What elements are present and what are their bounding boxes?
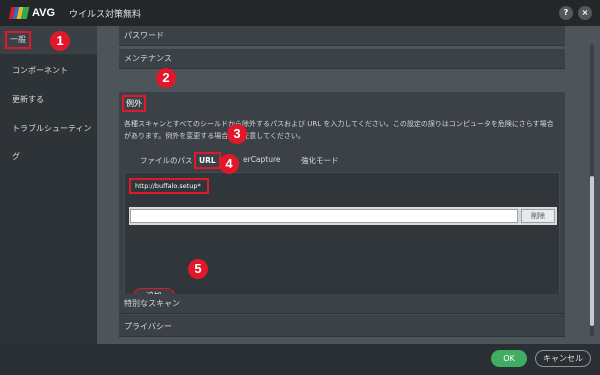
avg-logo: AVG <box>8 7 56 19</box>
sidebar-item-general[interactable]: 一般 <box>0 26 97 54</box>
exceptions-tabs: ファイルのパス URL erCapture 強化モード <box>119 152 565 170</box>
row-label: 特別なスキャン <box>124 299 180 308</box>
scrollbar[interactable] <box>590 44 594 336</box>
tab-url[interactable]: URL <box>194 152 221 169</box>
delete-button[interactable]: 削除 <box>521 209 555 223</box>
tab-capture[interactable]: erCapture <box>243 155 281 164</box>
app-title: ウイルス対策無料 <box>69 9 142 20</box>
url-list-item[interactable]: http://buffalo.setup* <box>129 178 209 194</box>
close-icon[interactable]: × <box>578 6 592 20</box>
sidebar: 一般 コンポーネント 更新する トラブルシューティング <box>0 26 97 375</box>
step-badge-2: 2 <box>156 68 176 88</box>
sidebar-item-label: 更新する <box>12 95 44 104</box>
row-label: メンテナンス <box>124 54 172 63</box>
title-bar: AVG ウイルス対策無料 ? × <box>0 0 600 26</box>
exceptions-title[interactable]: 例外 <box>122 95 146 112</box>
cancel-button[interactable]: キャンセル <box>535 350 591 367</box>
exceptions-section: 例外 各種スキャンとすべてのシールドから除外するパスおよび URL を入力してく… <box>119 92 565 318</box>
sidebar-item-components[interactable]: コンポーネント <box>0 57 97 85</box>
sidebar-item-label: 一般 <box>5 31 31 49</box>
logo-text: AVG <box>32 7 56 19</box>
url-input[interactable] <box>130 209 518 223</box>
row-label: プライバシー <box>124 322 172 331</box>
url-edit-row: 削除 <box>129 207 557 225</box>
sidebar-item-troubleshooting[interactable]: トラブルシューティング <box>0 115 97 161</box>
row-special-scans[interactable]: 特別なスキャン <box>119 294 565 314</box>
ok-button[interactable]: OK <box>491 350 527 367</box>
sidebar-item-update[interactable]: 更新する <box>0 86 97 114</box>
step-badge-3: 3 <box>227 124 247 144</box>
exceptions-description: 各種スキャンとすべてのシールドから除外するパスおよび URL を入力してください… <box>124 120 554 140</box>
sidebar-item-label: トラブルシューティング <box>12 124 92 161</box>
step-badge-4: 4 <box>219 154 239 174</box>
row-label: パスワード <box>124 31 164 40</box>
step-badge-5: 5 <box>188 259 208 279</box>
tab-enhanced-mode[interactable]: 強化モード <box>301 155 339 166</box>
sidebar-item-label: コンポーネント <box>12 66 68 75</box>
row-password[interactable]: パスワード <box>119 26 565 46</box>
step-badge-1: 1 <box>50 31 70 51</box>
row-maintenance[interactable]: メンテナンス <box>119 49 565 69</box>
tab-file-path[interactable]: ファイルのパス <box>140 155 193 166</box>
avg-logo-icon <box>8 7 30 19</box>
help-icon[interactable]: ? <box>559 6 573 20</box>
scrollbar-thumb[interactable] <box>590 176 594 326</box>
row-privacy[interactable]: プライバシー <box>119 317 565 337</box>
